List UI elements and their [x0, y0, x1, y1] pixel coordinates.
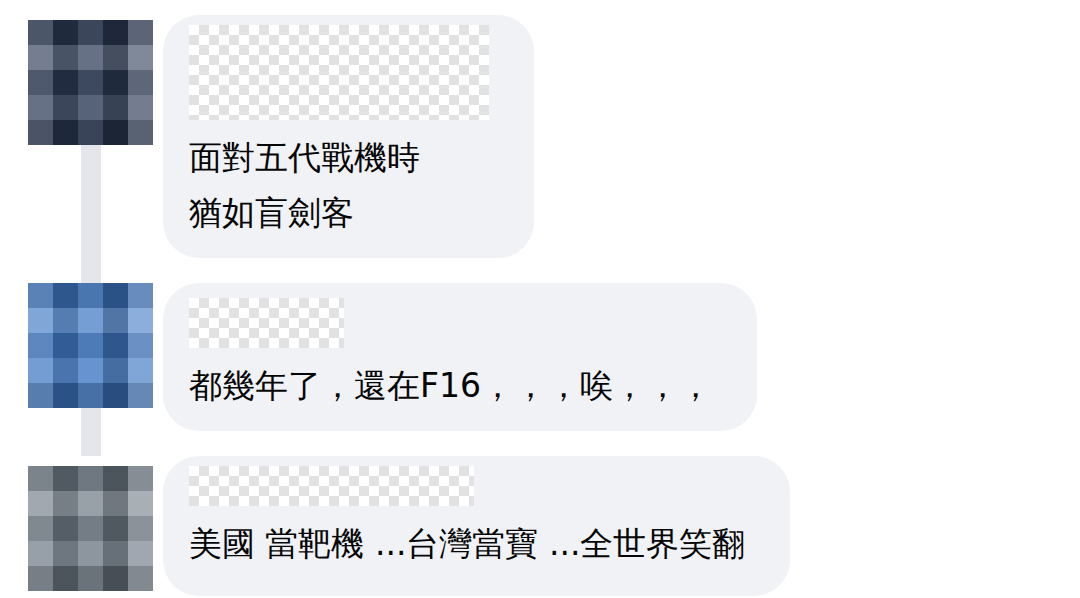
comment: 面對五代戰機時猶如盲劍客 — [28, 15, 1060, 258]
comment-text: 美國 當靶機 ...台灣當寶 ...全世界笑翻 — [189, 516, 745, 571]
comment-line: 美國 當靶機 ...台灣當寶 ...全世界笑翻 — [189, 516, 745, 571]
comment-text: 都幾年了，還在F16，，，唉，，， — [189, 358, 712, 413]
redacted-name — [189, 298, 344, 348]
comment: 美國 當靶機 ...台灣當寶 ...全世界笑翻 — [28, 456, 1060, 596]
comment-bubble: 面對五代戰機時猶如盲劍客 — [163, 15, 534, 258]
avatar[interactable] — [28, 466, 153, 591]
redacted-name — [189, 25, 489, 120]
comment-line: 猶如盲劍客 — [189, 185, 420, 240]
avatar-column — [28, 15, 153, 258]
avatar[interactable] — [28, 283, 153, 408]
comment-line: 都幾年了，還在F16，，，唉，，， — [189, 358, 712, 413]
avatar-column — [28, 283, 153, 431]
comment-line: 面對五代戰機時 — [189, 130, 420, 185]
comment-list: 面對五代戰機時猶如盲劍客都幾年了，還在F16，，，唉，，， 美國 當靶機 ...台… — [0, 0, 1080, 598]
comment-text: 面對五代戰機時猶如盲劍客 — [189, 130, 420, 240]
comment: 都幾年了，還在F16，，，唉，，， — [28, 283, 1060, 431]
thread-line — [81, 408, 101, 456]
redacted-name — [189, 466, 474, 506]
thread-line — [81, 145, 101, 283]
avatar-column — [28, 456, 153, 596]
comment-bubble: 都幾年了，還在F16，，，唉，，， — [163, 283, 757, 431]
comment-bubble: 美國 當靶機 ...台灣當寶 ...全世界笑翻 — [163, 456, 790, 596]
avatar[interactable] — [28, 20, 153, 145]
